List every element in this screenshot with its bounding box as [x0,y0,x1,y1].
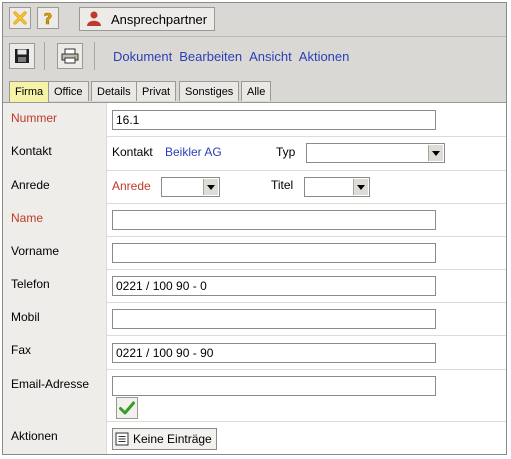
tab-details[interactable]: Details [91,81,137,101]
tab-office[interactable]: Office [48,81,89,101]
row-anrede: Anrede Anrede Titel [3,170,506,204]
anrede-label: Anrede [11,178,50,192]
nummer-label: Nummer [11,111,58,125]
confirm-email-button[interactable] [116,397,138,419]
help-button[interactable]: ? [37,7,59,29]
telefon-input[interactable]: 0221 / 100 90 - 0 [112,276,436,296]
row-fax: Fax 0221 / 100 90 - 90 [3,335,506,370]
contact-window: ? Ansprechpartner Dokument Bearbeiten An… [2,2,507,455]
person-icon [87,11,101,26]
titel-select[interactable] [304,177,370,197]
kontakt-company-link[interactable]: Beikler AG [165,145,222,159]
telefon-label: Telefon [11,277,50,291]
row-vorname: Vorname [3,236,506,270]
email-input[interactable] [112,376,436,396]
menu-aktionen[interactable]: Aktionen [299,49,350,64]
menu-bar: Dokument Bearbeiten Ansicht Aktionen [3,37,506,75]
row-name: Name [3,203,506,237]
tab-sonstiges[interactable]: Sonstiges [179,81,240,101]
typ-label: Typ [276,145,296,159]
row-telefon: Telefon 0221 / 100 90 - 0 [3,269,506,303]
entries-button[interactable]: Keine Einträge [112,428,217,450]
titel-label: Titel [271,178,294,192]
fax-label: Fax [11,343,32,357]
svg-text:?: ? [44,10,53,26]
fax-input[interactable]: 0221 / 100 90 - 90 [112,343,436,363]
menu-links: Dokument Bearbeiten Ansicht Aktionen [113,49,349,64]
tab-strip: Firma Office Details Privat Sonstiges Al… [3,75,506,103]
row-aktionen: Aktionen Keine Einträge [3,421,506,454]
toolbar-divider [94,42,95,70]
aktionen-label: Aktionen [11,429,58,443]
vorname-label: Vorname [11,244,60,258]
printer-icon [61,48,79,64]
chevron-down-icon [357,184,365,190]
mobil-input[interactable] [112,309,436,329]
row-email: Email-Adresse [3,369,506,422]
tab-firma[interactable]: Firma [9,81,50,102]
row-kontakt: Kontakt Kontakt Beikler AG Typ [3,136,506,171]
kontakt-label: Kontakt [11,144,52,158]
chevron-down-icon [432,150,440,156]
entries-button-label: Keine Einträge [133,432,212,446]
list-icon [115,432,129,446]
mobil-label: Mobil [11,310,40,324]
print-button[interactable] [57,43,83,69]
contact-title-button[interactable]: Ansprechpartner [79,7,215,31]
menu-dokument[interactable]: Dokument [113,49,172,64]
row-mobil: Mobil [3,302,506,336]
checkmark-icon [119,401,135,415]
top-toolbar: ? Ansprechpartner [3,3,506,37]
help-icon: ? [43,10,53,26]
vorname-input[interactable] [112,243,436,263]
window-title: Ansprechpartner [111,11,208,27]
name-input[interactable] [112,210,436,230]
floppy-disk-icon [15,49,29,63]
typ-select[interactable] [306,143,445,163]
close-icon [13,11,27,25]
tab-alle[interactable]: Alle [241,81,272,101]
menu-bearbeiten[interactable]: Bearbeiten [179,49,242,64]
kontakt-prefix: Kontakt [112,145,153,159]
toolbar-divider [44,42,45,70]
email-label: Email-Adresse [11,377,90,391]
tab-privat[interactable]: Privat [136,81,177,101]
nummer-input[interactable]: 16.1 [112,110,436,130]
save-button[interactable] [9,43,35,69]
close-button[interactable] [9,7,31,29]
chevron-down-icon [207,184,215,190]
row-nummer: Nummer 16.1 [3,103,506,137]
anrede-inner-label: Anrede [112,179,151,193]
name-label: Name [11,211,44,225]
menu-ansicht[interactable]: Ansicht [249,49,292,64]
anrede-select[interactable] [161,177,220,197]
